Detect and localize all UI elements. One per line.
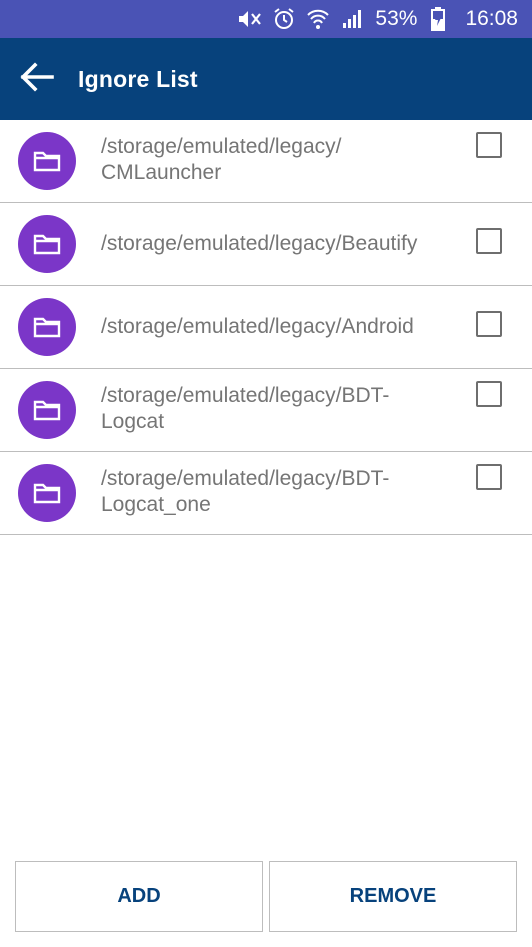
status-bar: 53% 16:08 <box>0 0 532 38</box>
back-button[interactable] <box>2 38 72 120</box>
item-checkbox[interactable] <box>476 464 502 490</box>
item-checkbox[interactable] <box>476 228 502 254</box>
list-item[interactable]: /storage/emulated/legacy/BDT- Logcat <box>0 369 532 452</box>
clock: 16:08 <box>465 7 518 30</box>
folder-path: /storage/emulated/legacy/Android <box>101 315 414 338</box>
folder-icon <box>18 132 76 190</box>
wifi-icon <box>305 6 331 32</box>
folder-path: /storage/emulated/legacy/BDT- Logcat <box>101 384 390 433</box>
list-item[interactable]: /storage/emulated/legacy/BDT- Logcat_one <box>0 452 532 535</box>
folder-icon <box>18 215 76 273</box>
folder-path: /storage/emulated/legacy/CMLauncher <box>101 135 342 184</box>
folder-icon <box>18 464 76 522</box>
list-item[interactable]: /storage/emulated/legacy/Beautify <box>0 203 532 286</box>
arrow-back-icon <box>20 61 54 97</box>
mute-icon <box>237 6 263 32</box>
ignore-list: /storage/emulated/legacy/CMLauncher /sto… <box>0 120 532 535</box>
page-title: Ignore List <box>78 65 198 92</box>
folder-path: /storage/emulated/legacy/BDT- Logcat_one <box>101 467 390 516</box>
battery-percent: 53% <box>375 7 418 30</box>
item-checkbox[interactable] <box>476 381 502 407</box>
item-checkbox[interactable] <box>476 311 502 337</box>
battery-charging-icon <box>425 6 451 32</box>
app-bar: Ignore List <box>0 38 532 120</box>
list-item[interactable]: /storage/emulated/legacy/Android <box>0 286 532 369</box>
folder-icon <box>18 298 76 356</box>
folder-icon <box>18 381 76 439</box>
signal-icon <box>339 6 365 32</box>
remove-button[interactable]: REMOVE <box>269 861 517 932</box>
add-button[interactable]: ADD <box>15 861 263 932</box>
folder-path: /storage/emulated/legacy/Beautify <box>101 232 418 255</box>
list-item[interactable]: /storage/emulated/legacy/CMLauncher <box>0 120 532 203</box>
alarm-icon <box>271 6 297 32</box>
item-checkbox[interactable] <box>476 132 502 158</box>
